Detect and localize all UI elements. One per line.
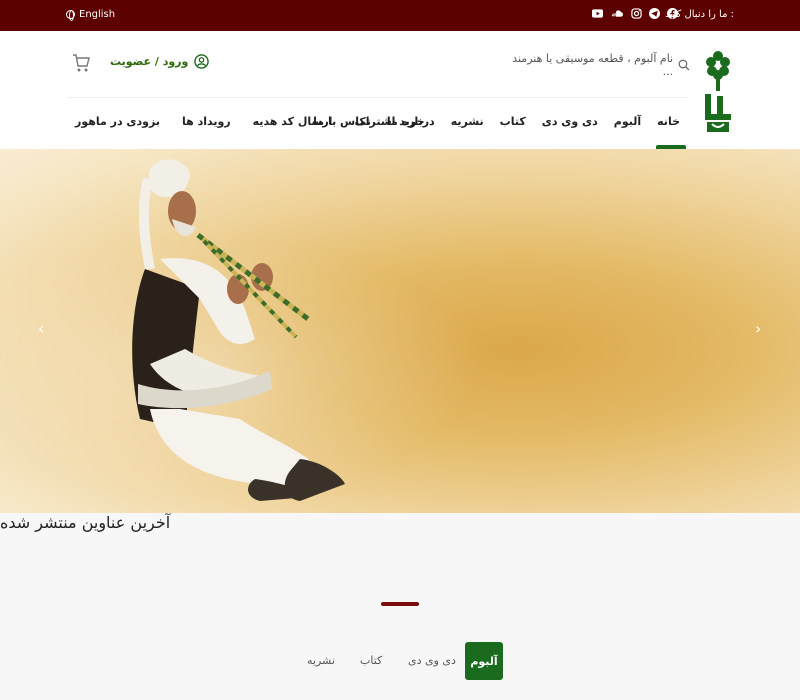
follow-us-label: ما را دنبال کنید : [665, 9, 734, 20]
nav-item-events[interactable]: رویداد ها [182, 115, 231, 128]
nav-item-coming-soon[interactable]: بزودی در ماهور [75, 115, 160, 128]
telegram-icon[interactable] [649, 8, 660, 19]
search-bar[interactable]: نام آلبوم ، قطعه موسیقی یا هنرمند ... [500, 52, 690, 78]
tab-book[interactable]: کتاب [360, 654, 382, 667]
language-label: English [79, 9, 116, 20]
category-tabs: آلبوم دی وی دی کتاب نشریه [300, 642, 510, 680]
login-register-link[interactable]: ورود / عضویت [110, 54, 210, 69]
nav-item-book[interactable]: کتاب [500, 115, 526, 128]
soundcloud-icon[interactable] [610, 8, 624, 19]
nav-item-home[interactable]: خانه [657, 115, 680, 128]
nav-item-subscribe[interactable]: خرید اشتراک [354, 115, 424, 128]
search-icon[interactable] [678, 59, 690, 71]
globe-icon [66, 10, 75, 21]
mahoor-logo[interactable] [703, 44, 733, 136]
language-switch[interactable]: English [66, 9, 116, 21]
search-input[interactable]: نام آلبوم ، قطعه موسیقی یا هنرمند ... [500, 52, 673, 78]
login-label: ورود / عضویت [110, 55, 189, 68]
youtube-icon[interactable] [592, 8, 603, 19]
nav-item-dvd[interactable]: دی وی دی [542, 115, 598, 128]
nav-item-gift-code[interactable]: ارسال کد هدیه [253, 115, 333, 128]
header-divider [68, 97, 688, 98]
tab-album[interactable]: آلبوم [465, 642, 503, 680]
title-underline [381, 602, 419, 606]
nav-item-journal[interactable]: نشریه [451, 115, 484, 128]
top-bar: English ما را دنبال کنید : [0, 0, 800, 31]
cart-icon[interactable] [72, 53, 90, 73]
nav-item-album[interactable]: آلبوم [614, 115, 641, 128]
hero-slider[interactable]: ‹ › [0, 149, 800, 513]
user-icon [194, 54, 210, 69]
hero-prev-arrow[interactable]: ‹ [38, 319, 44, 338]
tab-dvd[interactable]: دی وی دی [408, 654, 456, 667]
secondary-nav: خرید اشتراک ارسال کد هدیه رویداد ها بزود… [75, 115, 425, 128]
tab-journal[interactable]: نشریه [307, 654, 335, 667]
instagram-icon[interactable] [631, 8, 642, 19]
hero-image [0, 149, 800, 513]
latest-releases-title: آخرین عناوین منتشر شده [0, 513, 171, 532]
hero-next-arrow[interactable]: › [755, 319, 761, 338]
